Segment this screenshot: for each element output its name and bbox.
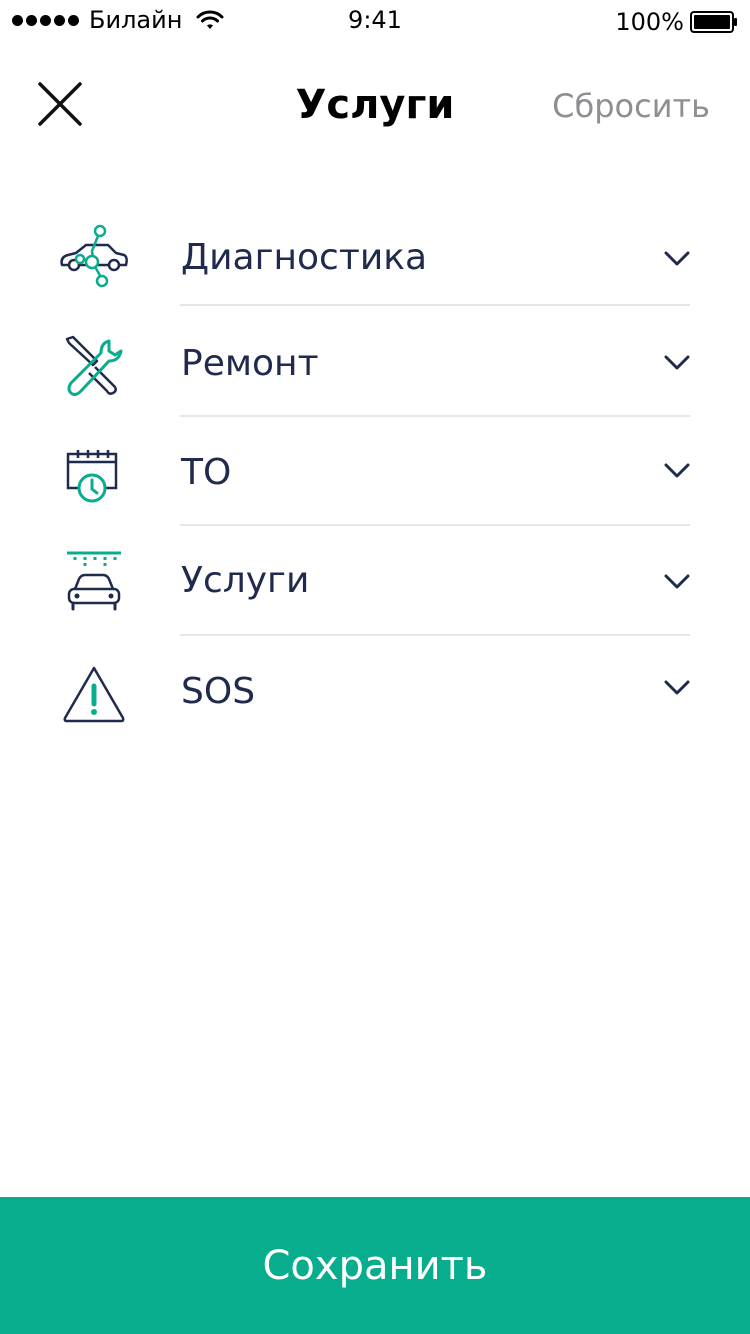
service-row-label: Ремонт xyxy=(181,343,319,384)
service-row-label: ТО xyxy=(181,452,232,493)
service-row-sos[interactable]: SOS xyxy=(0,638,750,748)
calendar-clock-icon xyxy=(56,438,132,514)
car-diagnostics-icon xyxy=(56,220,132,296)
reset-button[interactable]: Сбросить xyxy=(552,86,710,126)
service-row-maintenance[interactable]: ТО xyxy=(0,418,750,528)
row-divider xyxy=(180,304,690,306)
status-bar-right: 100% xyxy=(615,7,738,37)
chevron-down-icon xyxy=(664,680,690,695)
service-row-label: Услуги xyxy=(181,560,310,601)
chevron-down-icon xyxy=(664,574,690,589)
service-row-label: Диагностика xyxy=(181,237,428,278)
chevron-down-icon xyxy=(664,355,690,370)
services-filter-screen: Билайн 9:41 100% Услуги Сбросить Диагнос… xyxy=(0,0,750,1334)
row-divider xyxy=(180,524,690,526)
service-row-repair[interactable]: Ремонт xyxy=(0,308,750,418)
status-bar: Билайн 9:41 100% xyxy=(0,0,750,40)
battery-icon xyxy=(690,11,737,33)
row-divider xyxy=(180,634,690,636)
chevron-down-icon xyxy=(664,251,690,266)
service-row-diagnostics[interactable]: Диагностика xyxy=(0,200,750,308)
service-row-services[interactable]: Услуги xyxy=(0,528,750,638)
navigation-bar: Услуги Сбросить xyxy=(0,60,750,150)
wrench-screwdriver-icon xyxy=(56,328,132,404)
save-button[interactable]: Сохранить xyxy=(0,1197,750,1334)
service-row-label: SOS xyxy=(181,671,256,712)
battery-percent: 100% xyxy=(615,8,684,36)
service-category-list: Диагностика Ремонт ТО Услуги SOS xyxy=(0,200,750,748)
car-wash-icon xyxy=(56,544,132,620)
chevron-down-icon xyxy=(664,463,690,478)
warning-triangle-icon xyxy=(56,656,132,732)
row-divider xyxy=(180,415,690,417)
